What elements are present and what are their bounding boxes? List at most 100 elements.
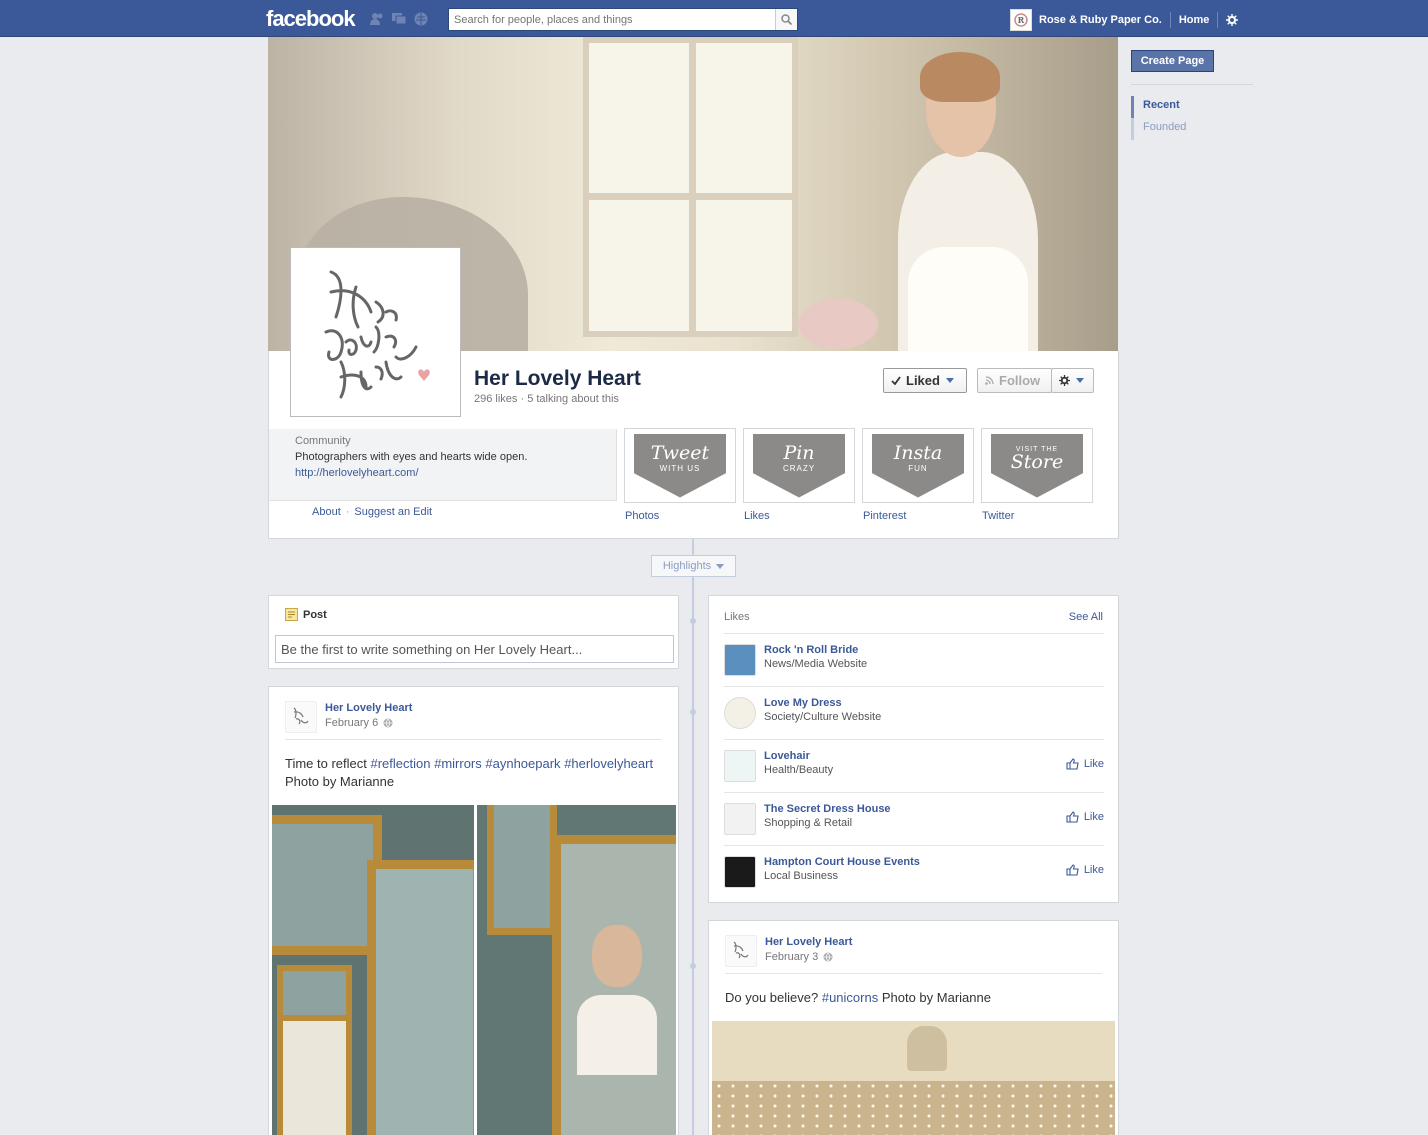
liked-button[interactable]: Liked	[883, 368, 967, 393]
app-label-photos[interactable]: Photos	[625, 510, 659, 522]
like-button[interactable]: Like	[1066, 811, 1104, 823]
app-label-pinterest[interactable]: Pinterest	[863, 510, 906, 522]
globe-icon	[383, 718, 393, 728]
see-all-link[interactable]: See All	[1069, 611, 1103, 623]
search-bar	[448, 8, 798, 31]
liked-page-thumb[interactable]	[724, 750, 756, 782]
year-nav-founded[interactable]: Founded	[1131, 118, 1186, 140]
like-button[interactable]: Like	[1066, 758, 1104, 770]
liked-page-category: Society/Culture Website	[764, 711, 882, 723]
post-composer: Post Be the first to write something on …	[268, 595, 679, 669]
post-date-text[interactable]: February 3	[765, 951, 818, 963]
insta-badge: Insta FUN	[872, 433, 964, 498]
about-link[interactable]: About	[312, 506, 341, 518]
app-tile-likes[interactable]: Pin CRAZY	[743, 428, 855, 503]
photo-lights	[712, 1081, 1115, 1135]
liked-page-item[interactable]: Rock 'n Roll Bride News/Media Website	[724, 633, 1104, 686]
website-link[interactable]: http://herlovelyheart.com/	[295, 467, 419, 479]
chevron-down-icon	[945, 378, 954, 383]
search-input[interactable]	[449, 9, 775, 30]
profile-picture[interactable]	[290, 247, 461, 417]
avatar[interactable]	[285, 701, 317, 733]
avatar[interactable]	[725, 935, 757, 967]
top-bar: facebook R Rose & Ruby Paper Co. Home	[0, 0, 1428, 37]
post-date: February 6	[325, 717, 393, 729]
checkmark-icon	[891, 376, 901, 385]
hashtag-link[interactable]: #herlovelyheart	[564, 756, 653, 771]
mirror-bride	[592, 925, 642, 987]
composer-title[interactable]: Post	[285, 608, 327, 621]
page-stats: 296 likes · 5 talking about this	[474, 393, 619, 405]
liked-page-name[interactable]: Love My Dress	[764, 697, 842, 709]
hashtag-link[interactable]: #unicorns	[822, 990, 878, 1005]
liked-page-thumb[interactable]	[724, 803, 756, 835]
liked-page-thumb[interactable]	[724, 697, 756, 729]
cover-bride	[868, 52, 1043, 351]
year-nav-recent[interactable]: Recent	[1131, 96, 1186, 118]
app-tile-twitter[interactable]: VISIT THE Store	[981, 428, 1093, 503]
notifications-icon[interactable]	[413, 12, 429, 26]
liked-page-category: News/Media Website	[764, 658, 868, 670]
liked-page-thumb[interactable]	[724, 856, 756, 888]
post-author[interactable]: Her Lovely Heart	[325, 702, 412, 714]
gear-icon[interactable]	[1226, 14, 1239, 26]
liked-label: Liked	[906, 373, 940, 388]
post-date-text[interactable]: February 6	[325, 717, 378, 729]
account-name-link[interactable]: Rose & Ruby Paper Co.	[1039, 14, 1162, 26]
liked-page-item[interactable]: The Secret Dress House Shopping & Retail…	[724, 792, 1104, 845]
like-label: Like	[1083, 864, 1104, 876]
chevron-down-icon	[716, 563, 725, 569]
hashtag-link[interactable]: #reflection	[370, 756, 430, 771]
like-button[interactable]: Like	[1066, 864, 1104, 876]
composer-input[interactable]: Be the first to write something on Her L…	[275, 635, 674, 663]
post-divider	[285, 739, 662, 740]
her-lovely-heart-logo	[295, 252, 456, 412]
page-settings-button[interactable]	[1051, 368, 1094, 393]
tweet-badge: Tweet WITH US	[634, 433, 726, 498]
facebook-logo[interactable]: facebook	[266, 6, 356, 32]
timeline-spine	[692, 539, 694, 1135]
globe-icon	[823, 952, 833, 962]
create-page-button[interactable]: Create Page	[1131, 50, 1214, 72]
page-description: Photographers with eyes and hearts wide …	[295, 451, 528, 463]
post-photo[interactable]	[272, 805, 474, 1135]
thumbs-up-icon	[1066, 758, 1079, 770]
suggest-edit-link[interactable]: Suggest an Edit	[354, 506, 432, 518]
likes-header[interactable]: Likes	[724, 611, 750, 623]
app-label-likes[interactable]: Likes	[744, 510, 770, 522]
post-author[interactable]: Her Lovely Heart	[765, 936, 852, 948]
app-tile-photos[interactable]: Tweet WITH US	[624, 428, 736, 503]
timeline-year-nav: Recent Founded	[1131, 96, 1186, 140]
messages-icon[interactable]	[391, 12, 407, 26]
liked-page-item[interactable]: Hampton Court House Events Local Busines…	[724, 845, 1104, 898]
timeline-post: Her Lovely Heart February 3 Do you belie…	[708, 920, 1119, 1135]
cover-window	[583, 37, 798, 337]
timeline-dot	[690, 709, 696, 715]
right-column-divider	[1131, 84, 1253, 85]
liked-page-item[interactable]: Love My Dress Society/Culture Website	[724, 686, 1104, 739]
liked-page-name[interactable]: Hampton Court House Events	[764, 856, 920, 868]
liked-page-name[interactable]: Lovehair	[764, 750, 810, 762]
post-photo[interactable]	[477, 805, 676, 1135]
app-label-twitter[interactable]: Twitter	[982, 510, 1014, 522]
hashtag-link[interactable]: #aynhoepark	[485, 756, 560, 771]
follow-button[interactable]: Follow	[977, 368, 1052, 393]
post-photo[interactable]	[712, 1021, 1115, 1135]
liked-page-name[interactable]: Rock 'n Roll Bride	[764, 644, 858, 656]
search-button[interactable]	[775, 9, 797, 30]
liked-page-name[interactable]: The Secret Dress House	[764, 803, 891, 815]
friend-requests-icon[interactable]	[369, 12, 385, 26]
liked-page-category: Local Business	[764, 870, 838, 882]
account-avatar[interactable]: R	[1010, 9, 1032, 31]
post-text-start: Time to reflect	[285, 756, 371, 771]
thumbs-up-icon	[1066, 864, 1079, 876]
liked-page-thumb[interactable]	[724, 644, 756, 676]
hashtag-link[interactable]: #mirrors	[434, 756, 482, 771]
app-tile-pinterest[interactable]: Insta FUN	[862, 428, 974, 503]
home-link[interactable]: Home	[1179, 14, 1210, 26]
liked-page-item[interactable]: Lovehair Health/Beauty Like	[724, 739, 1104, 792]
post-text: Do you believe? #unicorns Photo by Maria…	[725, 989, 1105, 1007]
badge-script: Tweet	[650, 442, 710, 464]
badge-small: WITH US	[659, 464, 701, 473]
highlights-dropdown[interactable]: Highlights	[651, 555, 736, 577]
